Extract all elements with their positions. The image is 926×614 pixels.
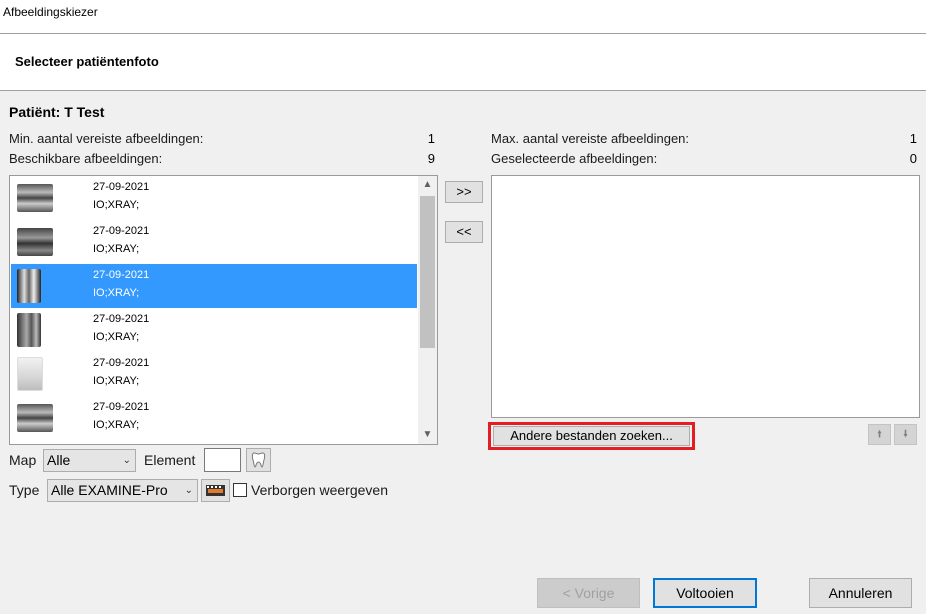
chevron-down-icon: ⌄ — [122, 455, 131, 466]
available-images-label: Beschikbare afbeeldingen: — [9, 151, 163, 166]
item-kind: IO;XRAY; — [93, 331, 140, 343]
remove-all-button[interactable]: << — [445, 221, 483, 243]
selected-images-list[interactable] — [491, 175, 920, 418]
tooth-picker-button[interactable] — [246, 448, 271, 472]
item-date: 27-09-2021 — [93, 181, 150, 193]
film-strip-button[interactable] — [201, 479, 230, 502]
element-label: Element — [144, 452, 196, 468]
list-item[interactable]: 27-09-2021 IO;XRAY; — [11, 176, 417, 220]
max-images-value: 1 — [909, 131, 917, 146]
map-select-value: Alle — [47, 452, 71, 468]
periapical-xray-thumbnail — [17, 269, 41, 303]
list-item[interactable]: 27-09-2021 IO;XRAY; — [11, 308, 417, 352]
item-kind: IO;XRAY; — [93, 287, 140, 299]
dialog-header: Selecteer patiëntenfoto — [0, 34, 926, 91]
bitewing-xray-thumbnail — [17, 404, 53, 432]
map-label: Map — [9, 452, 37, 468]
item-date: 27-09-2021 — [93, 225, 150, 237]
tooth-icon — [251, 452, 266, 468]
previous-button[interactable]: < Vorige — [537, 578, 640, 608]
scrollbar-thumb[interactable] — [420, 196, 435, 348]
element-field[interactable] — [204, 448, 241, 472]
list-item[interactable]: 27-09-2021 IO;XRAY; — [11, 396, 417, 440]
add-all-button[interactable]: >> — [445, 181, 483, 203]
selected-images-label: Geselecteerde afbeeldingen: — [491, 151, 658, 166]
dialog-title: Selecteer patiëntenfoto — [15, 54, 159, 69]
max-images-label: Max. aantal vereiste afbeeldingen: — [491, 131, 690, 146]
show-hidden-label: Verborgen weergeven — [251, 482, 388, 498]
scroll-down-icon[interactable]: ▼ — [418, 426, 437, 444]
list-scrollbar[interactable]: ▲ ▼ — [418, 176, 437, 444]
film-strip-icon — [206, 485, 225, 496]
periapical-xray-thumbnail — [17, 313, 41, 347]
item-date: 27-09-2021 — [93, 401, 150, 413]
type-select-value: Alle EXAMINE-Pro — [51, 482, 168, 498]
list-item-selected[interactable]: 27-09-2021 IO;XRAY; — [11, 264, 417, 308]
available-images-list[interactable]: 27-09-2021 IO;XRAY; 27-09-2021 IO;XRAY; … — [9, 175, 438, 445]
search-other-files-button[interactable]: Andere bestanden zoeken... — [493, 426, 690, 446]
item-date: 27-09-2021 — [93, 313, 150, 325]
bitewing-xray-thumbnail — [17, 228, 53, 256]
type-select[interactable]: Alle EXAMINE-Pro ⌄ — [47, 479, 198, 502]
periapical-xray-thumbnail — [17, 357, 43, 391]
bitewing-xray-thumbnail — [17, 184, 53, 212]
scroll-up-icon[interactable]: ▲ — [418, 176, 437, 194]
item-kind: IO;XRAY; — [93, 419, 140, 431]
item-date: 27-09-2021 — [93, 269, 150, 281]
chevron-down-icon: ⌄ — [184, 485, 193, 496]
finish-button[interactable]: Voltooien — [653, 578, 757, 608]
type-label: Type — [9, 482, 40, 498]
item-date: 27-09-2021 — [93, 357, 150, 369]
available-images-value: 9 — [427, 151, 435, 166]
item-kind: IO;XRAY; — [93, 199, 140, 211]
window-titlebar: Afbeeldingskiezer — [0, 0, 926, 34]
window-title: Afbeeldingskiezer — [3, 5, 98, 19]
list-item[interactable]: 27-09-2021 IO;XRAY; — [11, 220, 417, 264]
item-kind: IO;XRAY; — [93, 375, 140, 387]
list-item[interactable]: 27-09-2021 IO;XRAY; — [11, 352, 417, 396]
cancel-button[interactable]: Annuleren — [809, 578, 912, 608]
patient-label: Patiënt: T Test — [9, 104, 105, 120]
selected-images-value: 0 — [909, 151, 917, 166]
show-hidden-checkbox[interactable] — [233, 483, 247, 497]
item-kind: IO;XRAY; — [93, 243, 140, 255]
map-select[interactable]: Alle ⌄ — [43, 449, 136, 472]
move-down-icon[interactable]: 🠛 — [894, 424, 917, 445]
min-images-label: Min. aantal vereiste afbeeldingen: — [9, 131, 204, 146]
min-images-value: 1 — [427, 131, 435, 146]
move-up-icon[interactable]: 🠙 — [868, 424, 891, 445]
